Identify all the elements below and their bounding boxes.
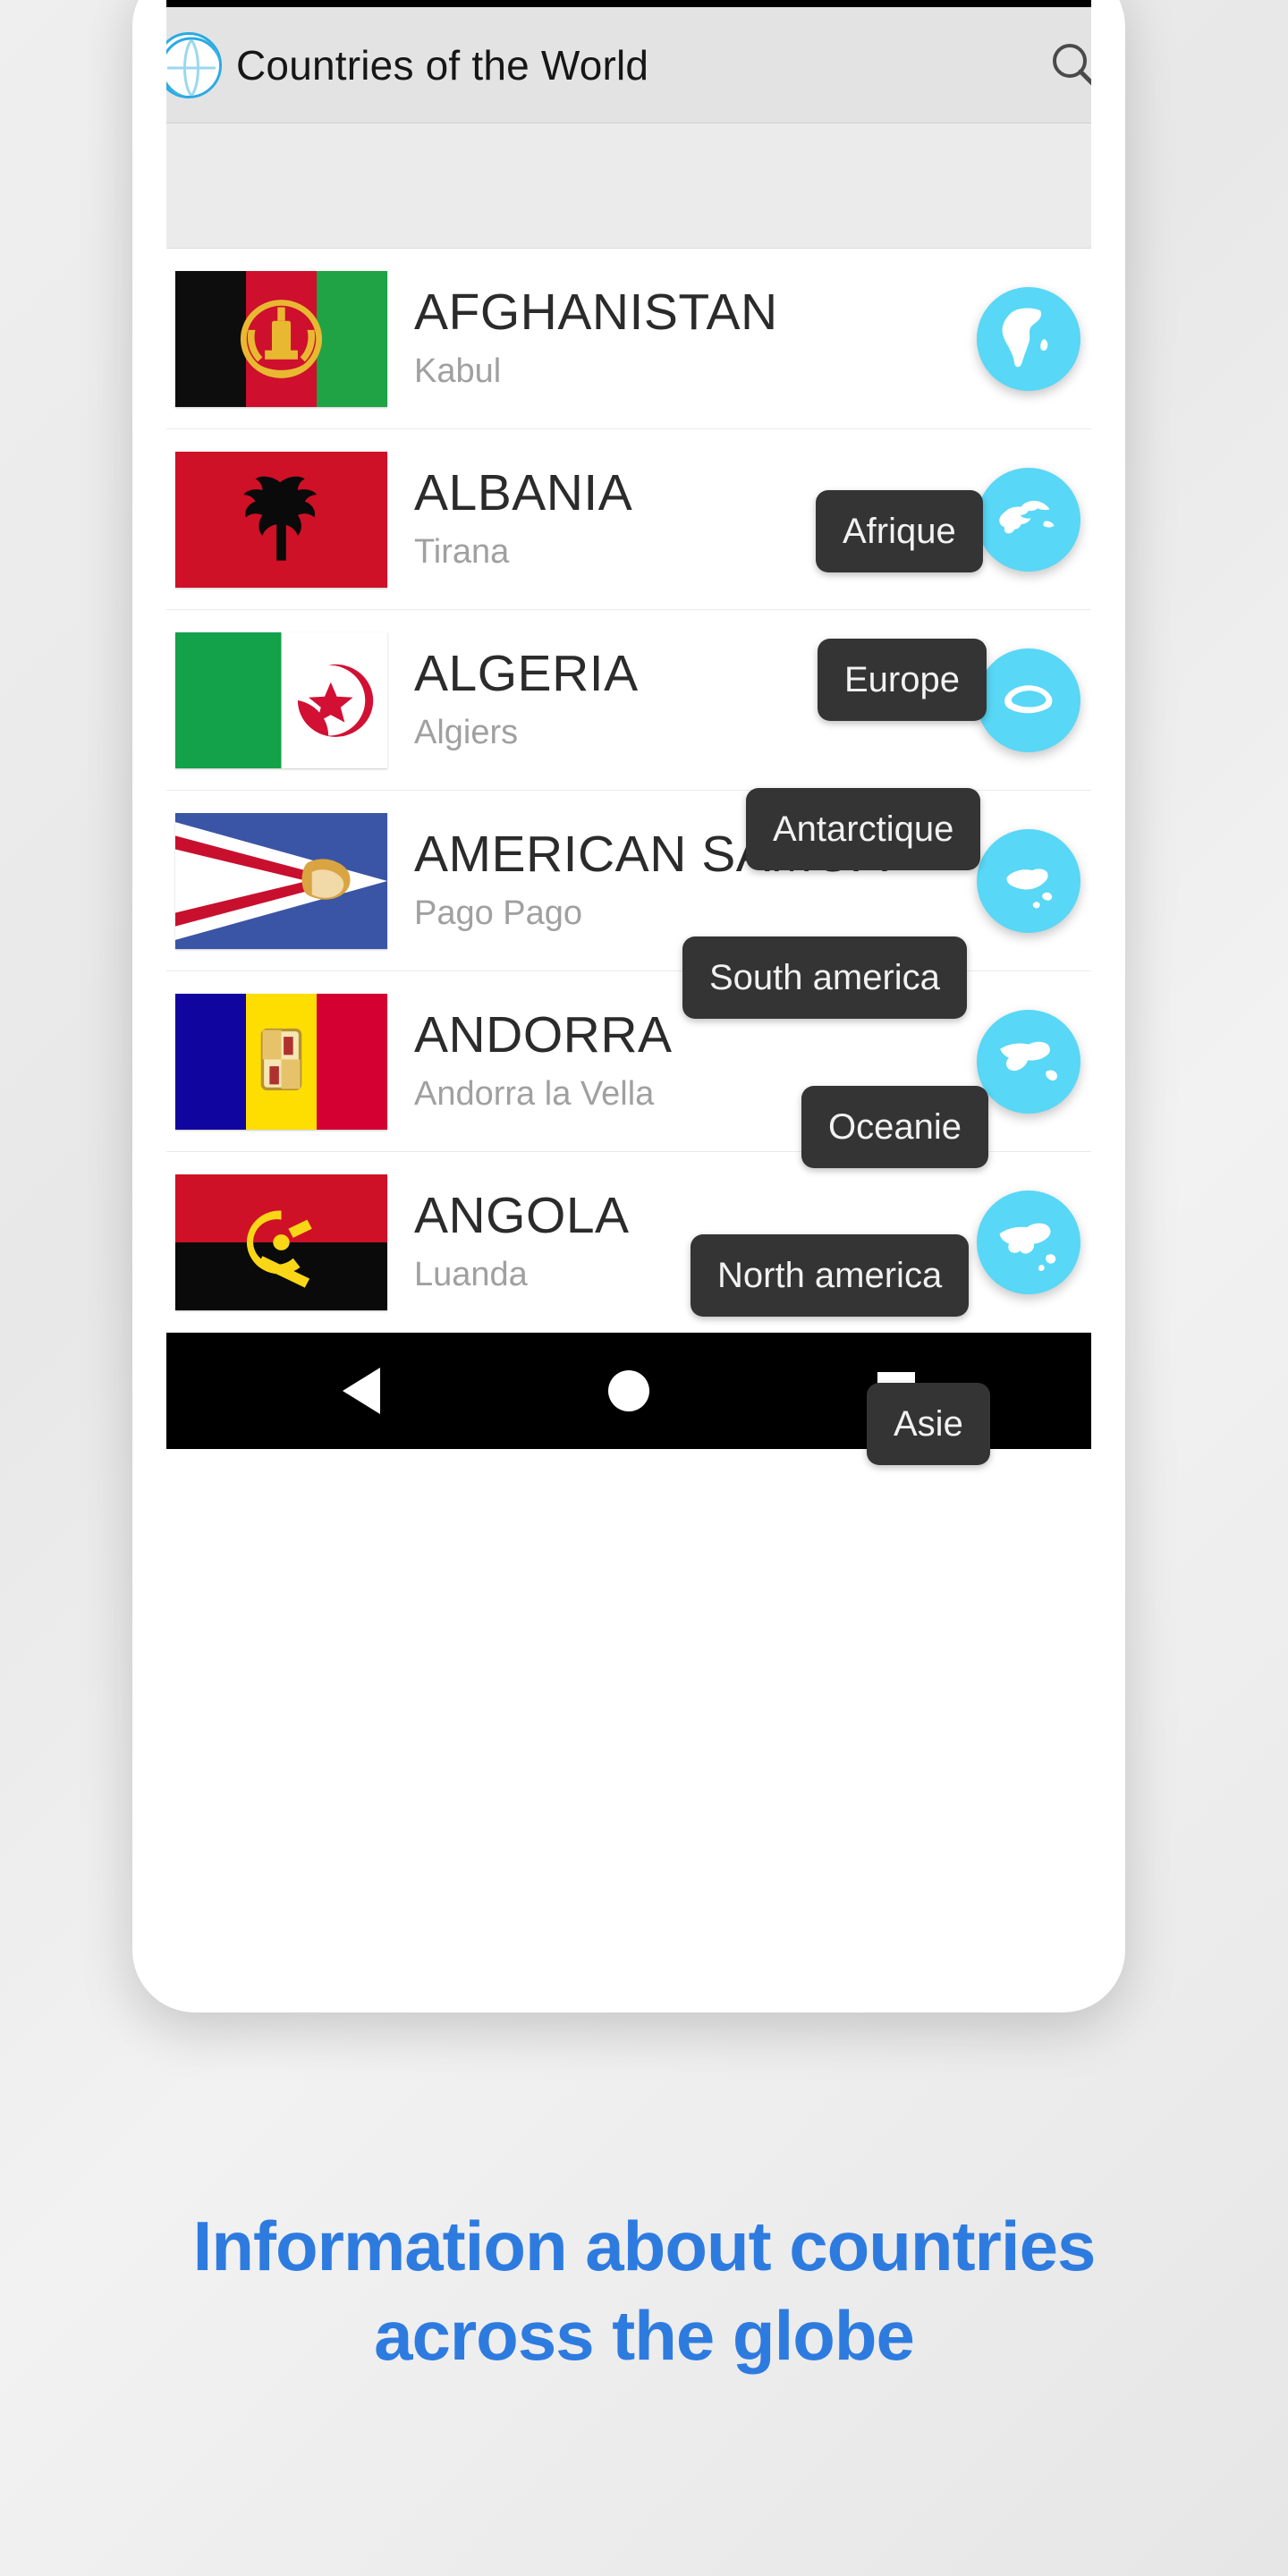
chip-antarctique[interactable]: Antarctique xyxy=(746,788,981,870)
country-name: AFGHANISTAN xyxy=(414,284,778,342)
list-item-text: ANDORRA Andorra la Vella xyxy=(414,1006,673,1114)
flag-angola xyxy=(175,1174,387,1310)
back-triangle-icon[interactable] xyxy=(343,1368,381,1414)
chip-asie[interactable]: Asie xyxy=(867,1383,990,1465)
country-capital: Algiers xyxy=(414,713,519,751)
flag-albania xyxy=(175,451,387,588)
globe-logo-icon xyxy=(166,31,222,98)
chip-europe[interactable]: Europe xyxy=(818,639,987,721)
phone-frame: 4 Countries of the World xyxy=(132,0,1125,2012)
app-bar: Countries of the World xyxy=(166,7,1091,123)
ad-placeholder-band xyxy=(166,123,1091,249)
phone-screen: 4 Countries of the World xyxy=(166,0,1091,1979)
flag-american-samoa xyxy=(175,812,387,949)
globe-oceania-icon[interactable] xyxy=(977,828,1080,933)
country-name: ALGERIA xyxy=(414,645,639,703)
country-capital: Kabul xyxy=(414,352,502,390)
country-capital: Tirana xyxy=(414,532,510,571)
globe-antarctica-icon[interactable] xyxy=(977,648,1080,752)
list-item-text: ALGERIA Algiers xyxy=(414,645,639,752)
search-icon[interactable] xyxy=(1046,38,1091,93)
flag-afghanistan xyxy=(175,270,387,407)
flag-algeria xyxy=(175,631,387,768)
globe-africa-icon[interactable] xyxy=(977,286,1080,391)
globe-europe-icon[interactable] xyxy=(977,467,1080,572)
home-circle-icon[interactable] xyxy=(607,1370,649,1411)
flag-andorra xyxy=(175,993,387,1130)
globe-asia-icon[interactable] xyxy=(977,1190,1080,1294)
globe-north-america-icon[interactable] xyxy=(977,1009,1080,1114)
country-capital: Pago Pago xyxy=(414,894,583,932)
chip-afrique[interactable]: Afrique xyxy=(816,490,983,572)
list-item-text: ANGOLA Luanda xyxy=(414,1187,630,1294)
page-title: Countries of the World xyxy=(236,41,649,89)
chip-oceanie[interactable]: Oceanie xyxy=(801,1086,988,1168)
country-name: ANGOLA xyxy=(414,1187,630,1245)
chip-north-america[interactable]: North america xyxy=(691,1234,970,1317)
chip-south-america[interactable]: South america xyxy=(682,936,967,1019)
country-name: ANDORRA xyxy=(414,1006,673,1064)
country-capital: Luanda xyxy=(414,1255,528,1293)
status-bar: 4 xyxy=(166,0,1091,7)
promo-caption: Information about countries across the g… xyxy=(192,2207,1097,2375)
gear-icon xyxy=(212,0,242,1)
list-item[interactable]: AFGHANISTAN Kabul xyxy=(166,249,1091,429)
list-item-text: AFGHANISTAN Kabul xyxy=(414,284,778,391)
country-name: ALBANIA xyxy=(414,464,633,522)
country-capital: Andorra la Vella xyxy=(414,1074,655,1113)
list-item-text: ALBANIA Tirana xyxy=(414,464,633,572)
